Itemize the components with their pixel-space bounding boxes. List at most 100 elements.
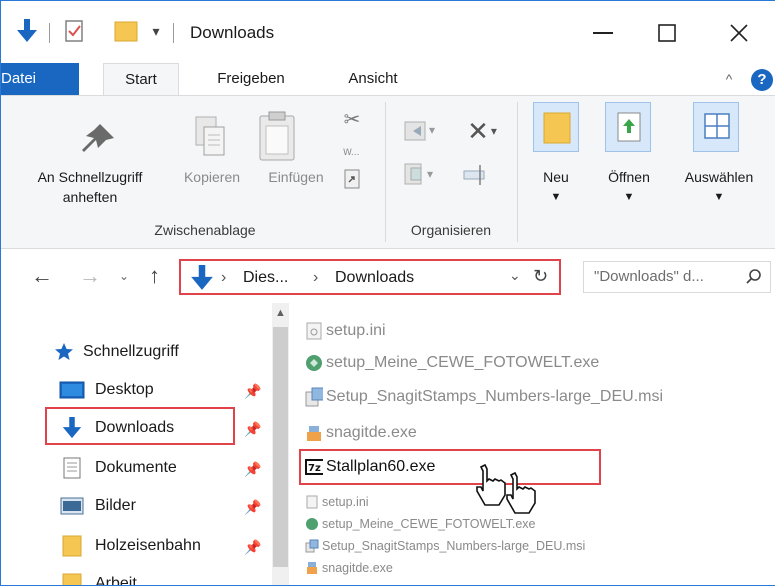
window-title: Downloads bbox=[190, 23, 275, 42]
copy-label[interactable]: Kopieren bbox=[175, 168, 249, 186]
file-name: setup_Meine_CEWE_FOTOWELT.exe bbox=[326, 354, 600, 371]
nav-arbeit[interactable]: Arbeit bbox=[59, 569, 137, 585]
nav-desktop-label: Desktop bbox=[95, 381, 154, 398]
file-item[interactable]: Setup_SnagitStamps_Numbers-large_DEU.msi bbox=[305, 385, 663, 409]
copy-path-icon[interactable]: W... bbox=[341, 140, 363, 162]
open-button[interactable] bbox=[605, 102, 651, 152]
desktop-icon bbox=[59, 379, 85, 401]
svg-text:▾: ▾ bbox=[429, 123, 435, 137]
select-label[interactable]: Auswählen bbox=[669, 168, 769, 186]
new-folder-button[interactable] bbox=[533, 102, 579, 152]
cut-icon[interactable]: ✂ bbox=[341, 106, 363, 132]
file-item[interactable]: setup.ini bbox=[305, 493, 369, 511]
delete-icon[interactable]: ✕ ▾ bbox=[457, 116, 507, 146]
breadcrumb-downloads[interactable]: Downloads bbox=[335, 269, 414, 287]
scroll-up-icon[interactable]: ▲ bbox=[272, 307, 289, 323]
up-arrow-icon[interactable]: ↑ bbox=[149, 263, 160, 289]
msi-installer-icon bbox=[305, 539, 319, 553]
copy-icon[interactable] bbox=[191, 112, 231, 162]
rename-icon[interactable] bbox=[457, 160, 497, 190]
folder-icon bbox=[59, 573, 85, 585]
minimize-button[interactable] bbox=[577, 15, 629, 51]
refresh-icon[interactable]: ↻ bbox=[533, 266, 548, 287]
breadcrumb-separator-icon: › bbox=[313, 269, 319, 286]
paste-icon[interactable] bbox=[255, 108, 299, 164]
down-arrow-icon[interactable] bbox=[15, 18, 39, 44]
paste-shortcut-icon[interactable] bbox=[341, 168, 363, 190]
down-arrow-icon bbox=[59, 417, 85, 439]
pin-icon[interactable] bbox=[73, 118, 123, 162]
tab-freigeben[interactable]: Freigeben bbox=[201, 63, 301, 95]
address-dropdown-icon[interactable]: ⌄ bbox=[509, 267, 521, 284]
ribbon-tabs: Datei Start Freigeben Ansicht ^ ? bbox=[1, 63, 775, 96]
nav-quick-access-label: Schnellzugriff bbox=[83, 343, 179, 360]
file-item[interactable]: setup_Meine_CEWE_FOTOWELT.exe bbox=[305, 515, 536, 533]
breadcrumb-separator-icon: › bbox=[221, 269, 227, 286]
nav-desktop[interactable]: Desktop bbox=[59, 375, 154, 405]
explorer-window: ▾ Downloads Datei Start Freigeben Ansich… bbox=[0, 0, 775, 586]
pinned-icon[interactable]: 📌 bbox=[244, 421, 261, 438]
clipboard-group-label: Zwischenablage bbox=[154, 222, 256, 238]
nav-documents-label: Dokumente bbox=[95, 459, 177, 476]
nav-holzeisenbahn[interactable]: Holzeisenbahn bbox=[59, 531, 201, 561]
file-item[interactable]: snagitde.exe bbox=[305, 559, 393, 577]
copy-to-icon[interactable]: ▾ bbox=[401, 160, 441, 190]
scroll-thumb[interactable] bbox=[273, 327, 288, 567]
move-to-icon[interactable]: ▾ bbox=[401, 116, 441, 146]
downloads-location-icon bbox=[191, 265, 213, 296]
tab-ansicht[interactable]: Ansicht bbox=[331, 63, 415, 95]
title-bar: ▾ Downloads bbox=[1, 1, 775, 61]
pinned-icon[interactable]: 📌 bbox=[244, 499, 261, 516]
file-item[interactable]: setup_Meine_CEWE_FOTOWELT.exe bbox=[305, 351, 599, 375]
new-folder-icon[interactable] bbox=[111, 18, 141, 44]
search-icon[interactable] bbox=[746, 268, 762, 289]
nav-downloads[interactable]: Downloads bbox=[59, 413, 174, 443]
back-arrow-icon[interactable]: ← bbox=[31, 263, 53, 289]
organize-group-label: Organisieren bbox=[410, 222, 492, 238]
breadcrumb-this-pc[interactable]: Dies... bbox=[243, 269, 288, 287]
file-item[interactable]: snagitde.exe bbox=[305, 421, 417, 445]
new-label[interactable]: Neu bbox=[525, 168, 587, 186]
pinned-icon[interactable]: 📌 bbox=[244, 383, 261, 400]
maximize-button[interactable] bbox=[641, 15, 693, 51]
collapse-ribbon-icon[interactable]: ^ bbox=[719, 63, 739, 95]
search-input[interactable]: "Downloads" d... bbox=[583, 261, 771, 293]
nav-documents[interactable]: Dokumente bbox=[59, 453, 177, 483]
address-bar[interactable]: › Dies... › Downloads ⌄ ↻ bbox=[179, 259, 561, 295]
close-button[interactable] bbox=[713, 15, 765, 51]
folder-icon bbox=[59, 535, 85, 557]
select-button[interactable] bbox=[693, 102, 739, 152]
nav-holzeisenbahn-label: Holzeisenbahn bbox=[95, 537, 201, 554]
paste-label[interactable]: Einfügen bbox=[255, 168, 337, 186]
file-name: snagitde.exe bbox=[322, 561, 393, 575]
help-icon[interactable]: ? bbox=[751, 69, 773, 91]
snagit-icon bbox=[305, 424, 323, 442]
cewe-app-icon bbox=[305, 517, 319, 531]
open-label[interactable]: Öffnen bbox=[593, 168, 665, 186]
ribbon: An Schnellzugriff anheften Kopieren Einf… bbox=[1, 95, 775, 249]
customize-dropdown-icon[interactable]: ▾ bbox=[149, 18, 163, 44]
file-item-selected[interactable]: 7z Stallplan60.exe bbox=[305, 455, 435, 479]
tab-datei[interactable]: Datei bbox=[1, 63, 79, 95]
forward-arrow-icon[interactable]: → bbox=[79, 263, 101, 289]
file-item[interactable]: setup.ini bbox=[305, 319, 386, 343]
svg-text:W...: W... bbox=[343, 148, 359, 156]
open-dropdown-icon[interactable]: ▼ bbox=[593, 188, 665, 206]
new-dropdown-icon[interactable]: ▼ bbox=[525, 188, 587, 206]
tab-start[interactable]: Start bbox=[103, 63, 179, 96]
select-dropdown-icon[interactable]: ▼ bbox=[669, 188, 769, 206]
pin-quick-access-label[interactable]: An Schnellzugriff bbox=[5, 168, 175, 186]
navigation-pane: Schnellzugriff Desktop 📌 Downloads 📌 Dok… bbox=[1, 303, 271, 585]
nav-scrollbar[interactable]: ▲ bbox=[272, 303, 289, 585]
nav-pictures[interactable]: Bilder bbox=[59, 491, 136, 521]
properties-icon[interactable] bbox=[63, 18, 87, 44]
pinned-icon[interactable]: 📌 bbox=[244, 539, 261, 556]
recent-dropdown-icon[interactable]: ⌄ bbox=[119, 269, 129, 283]
7zip-icon: 7z bbox=[305, 458, 323, 476]
search-placeholder: "Downloads" d... bbox=[594, 268, 704, 285]
file-name: snagitde.exe bbox=[326, 424, 417, 441]
file-name: Setup_SnagitStamps_Numbers-large_DEU.msi bbox=[322, 539, 586, 553]
nav-quick-access[interactable]: Schnellzugriff bbox=[53, 337, 179, 367]
pinned-icon[interactable]: 📌 bbox=[244, 461, 261, 478]
file-item[interactable]: Setup_SnagitStamps_Numbers-large_DEU.msi bbox=[305, 537, 585, 555]
